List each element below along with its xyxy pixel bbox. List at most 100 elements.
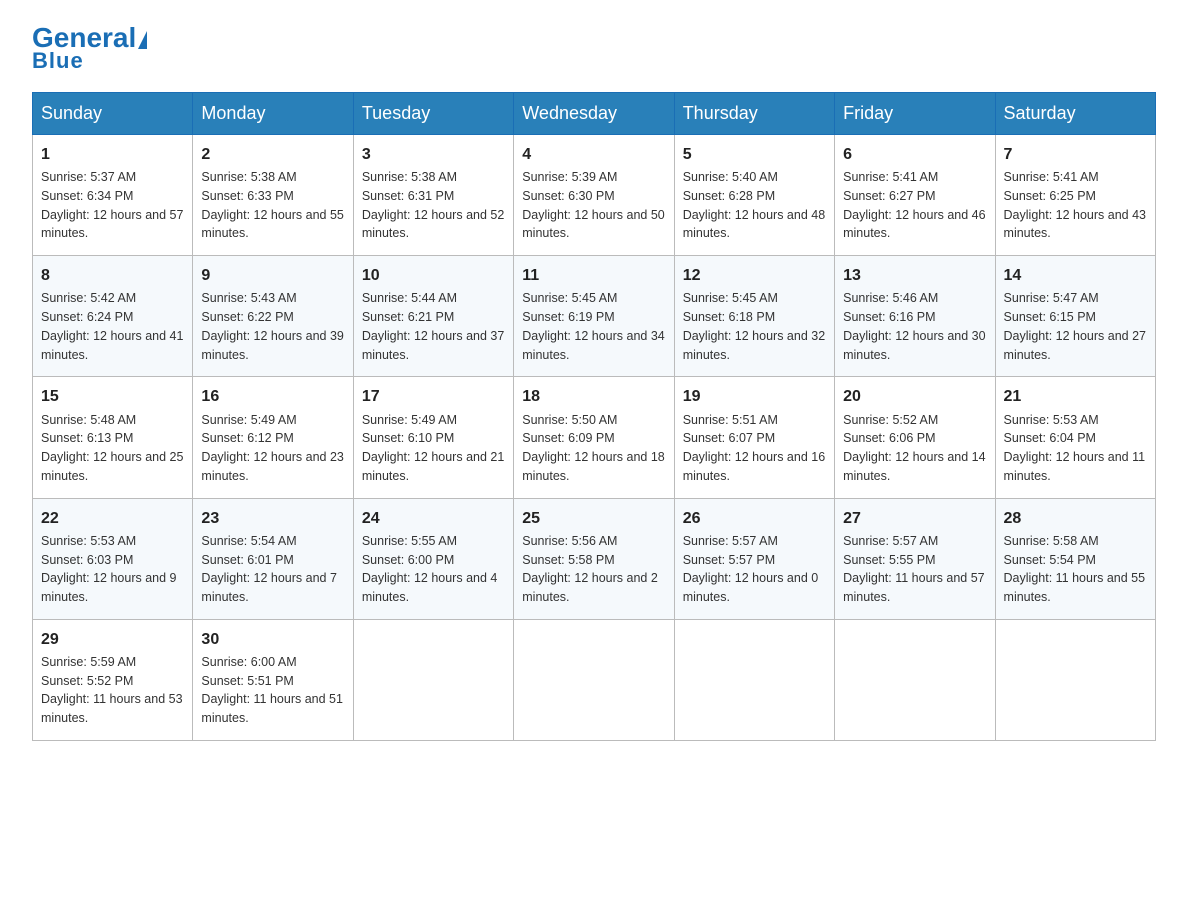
col-friday: Friday [835,93,995,135]
table-row: 30Sunrise: 6:00 AMSunset: 5:51 PMDayligh… [193,619,353,740]
table-row: 18Sunrise: 5:50 AMSunset: 6:09 PMDayligh… [514,377,674,498]
col-sunday: Sunday [33,93,193,135]
table-row: 1Sunrise: 5:37 AMSunset: 6:34 PMDaylight… [33,135,193,256]
table-row [674,619,834,740]
table-row [995,619,1155,740]
table-row: 6Sunrise: 5:41 AMSunset: 6:27 PMDaylight… [835,135,995,256]
day-info: Sunrise: 5:54 AMSunset: 6:01 PMDaylight:… [201,532,344,607]
table-row [353,619,513,740]
day-info: Sunrise: 5:38 AMSunset: 6:33 PMDaylight:… [201,168,344,243]
table-row: 26Sunrise: 5:57 AMSunset: 5:57 PMDayligh… [674,498,834,619]
table-row: 19Sunrise: 5:51 AMSunset: 6:07 PMDayligh… [674,377,834,498]
table-row: 13Sunrise: 5:46 AMSunset: 6:16 PMDayligh… [835,256,995,377]
table-row: 17 Sunrise: 5:49 AMSunset: 6:10 PMDayligh… [353,377,513,498]
table-row: 15 Sunrise: 5:48 AMSunset: 6:13 PMDayligh… [33,377,193,498]
table-row: 3Sunrise: 5:38 AMSunset: 6:31 PMDaylight… [353,135,513,256]
table-row: 27Sunrise: 5:57 AMSunset: 5:55 PMDayligh… [835,498,995,619]
day-number: 3 [362,143,505,166]
day-number: 25 [522,507,665,530]
table-row: 23Sunrise: 5:54 AMSunset: 6:01 PMDayligh… [193,498,353,619]
day-number: 27 [843,507,986,530]
table-row: 11Sunrise: 5:45 AMSunset: 6:19 PMDayligh… [514,256,674,377]
day-info: Sunrise: 5:47 AMSunset: 6:15 PMDaylight:… [1004,289,1147,364]
table-row: 24Sunrise: 5:55 AMSunset: 6:00 PMDayligh… [353,498,513,619]
day-info: Sunrise: 5:41 AMSunset: 6:27 PMDaylight:… [843,168,986,243]
day-number: 13 [843,264,986,287]
day-info: Sunrise: 5:57 AMSunset: 5:57 PMDaylight:… [683,532,826,607]
col-saturday: Saturday [995,93,1155,135]
day-info: Sunrise: 5:58 AMSunset: 5:54 PMDaylight:… [1004,532,1147,607]
day-number: 22 [41,507,184,530]
calendar-week-row: 8Sunrise: 5:42 AMSunset: 6:24 PMDaylight… [33,256,1156,377]
day-number: 17 [362,385,505,408]
day-number: 9 [201,264,344,287]
day-info: Sunrise: 5:48 AMSunset: 6:13 PMDaylight:… [41,411,184,486]
table-row: 16 Sunrise: 5:49 AMSunset: 6:12 PMDayligh… [193,377,353,498]
day-number: 15 [41,385,184,408]
calendar-week-row: 1Sunrise: 5:37 AMSunset: 6:34 PMDaylight… [33,135,1156,256]
logo-blue: Blue [32,48,84,74]
calendar-week-row: 15 Sunrise: 5:48 AMSunset: 6:13 PMDayligh… [33,377,1156,498]
table-row: 7Sunrise: 5:41 AMSunset: 6:25 PMDaylight… [995,135,1155,256]
day-info: Sunrise: 5:37 AMSunset: 6:34 PMDaylight:… [41,168,184,243]
table-row: 5Sunrise: 5:40 AMSunset: 6:28 PMDaylight… [674,135,834,256]
day-info: Sunrise: 5:42 AMSunset: 6:24 PMDaylight:… [41,289,184,364]
day-number: 29 [41,628,184,651]
day-number: 8 [41,264,184,287]
day-number: 12 [683,264,826,287]
table-row: 21Sunrise: 5:53 AMSunset: 6:04 PMDayligh… [995,377,1155,498]
day-info: Sunrise: 5:40 AMSunset: 6:28 PMDaylight:… [683,168,826,243]
table-row: 12Sunrise: 5:45 AMSunset: 6:18 PMDayligh… [674,256,834,377]
day-number: 28 [1004,507,1147,530]
day-number: 11 [522,264,665,287]
day-info: Sunrise: 5:38 AMSunset: 6:31 PMDaylight:… [362,168,505,243]
day-info: Sunrise: 5:43 AMSunset: 6:22 PMDaylight:… [201,289,344,364]
calendar-header-row: Sunday Monday Tuesday Wednesday Thursday… [33,93,1156,135]
day-number: 24 [362,507,505,530]
table-row: 20 Sunrise: 5:52 AMSunset: 6:06 PMDayligh… [835,377,995,498]
day-number: 10 [362,264,505,287]
col-wednesday: Wednesday [514,93,674,135]
day-info: Sunrise: 5:53 AMSunset: 6:04 PMDaylight:… [1004,411,1147,486]
day-info: Sunrise: 5:56 AMSunset: 5:58 PMDaylight:… [522,532,665,607]
calendar-week-row: 29Sunrise: 5:59 AMSunset: 5:52 PMDayligh… [33,619,1156,740]
day-info: Sunrise: 6:00 AMSunset: 5:51 PMDaylight:… [201,653,344,728]
day-info: Sunrise: 5:45 AMSunset: 6:18 PMDaylight:… [683,289,826,364]
day-number: 6 [843,143,986,166]
day-number: 5 [683,143,826,166]
day-info: Sunrise: 5:39 AMSunset: 6:30 PMDaylight:… [522,168,665,243]
day-number: 2 [201,143,344,166]
day-number: 1 [41,143,184,166]
col-thursday: Thursday [674,93,834,135]
day-number: 20 [843,385,986,408]
day-info: Sunrise: 5:46 AMSunset: 6:16 PMDaylight:… [843,289,986,364]
col-monday: Monday [193,93,353,135]
table-row: 4Sunrise: 5:39 AMSunset: 6:30 PMDaylight… [514,135,674,256]
header: General Blue [32,24,1156,74]
day-number: 16 [201,385,344,408]
day-number: 4 [522,143,665,166]
day-info: Sunrise: 5:59 AMSunset: 5:52 PMDaylight:… [41,653,184,728]
day-info: Sunrise: 5:50 AMSunset: 6:09 PMDaylight:… [522,411,665,486]
day-number: 26 [683,507,826,530]
table-row: 29Sunrise: 5:59 AMSunset: 5:52 PMDayligh… [33,619,193,740]
table-row: 25Sunrise: 5:56 AMSunset: 5:58 PMDayligh… [514,498,674,619]
day-info: Sunrise: 5:51 AMSunset: 6:07 PMDaylight:… [683,411,826,486]
table-row: 14Sunrise: 5:47 AMSunset: 6:15 PMDayligh… [995,256,1155,377]
day-info: Sunrise: 5:57 AMSunset: 5:55 PMDaylight:… [843,532,986,607]
day-number: 14 [1004,264,1147,287]
table-row: 22Sunrise: 5:53 AMSunset: 6:03 PMDayligh… [33,498,193,619]
calendar-table: Sunday Monday Tuesday Wednesday Thursday… [32,92,1156,741]
day-info: Sunrise: 5:49 AMSunset: 6:12 PMDaylight:… [201,411,344,486]
logo-triangle-icon [138,31,147,49]
day-info: Sunrise: 5:44 AMSunset: 6:21 PMDaylight:… [362,289,505,364]
table-row: 2Sunrise: 5:38 AMSunset: 6:33 PMDaylight… [193,135,353,256]
col-tuesday: Tuesday [353,93,513,135]
logo: General Blue [32,24,147,74]
day-info: Sunrise: 5:49 AMSunset: 6:10 PMDaylight:… [362,411,505,486]
day-info: Sunrise: 5:45 AMSunset: 6:19 PMDaylight:… [522,289,665,364]
day-number: 23 [201,507,344,530]
table-row: 28Sunrise: 5:58 AMSunset: 5:54 PMDayligh… [995,498,1155,619]
table-row: 8Sunrise: 5:42 AMSunset: 6:24 PMDaylight… [33,256,193,377]
day-info: Sunrise: 5:52 AMSunset: 6:06 PMDaylight:… [843,411,986,486]
